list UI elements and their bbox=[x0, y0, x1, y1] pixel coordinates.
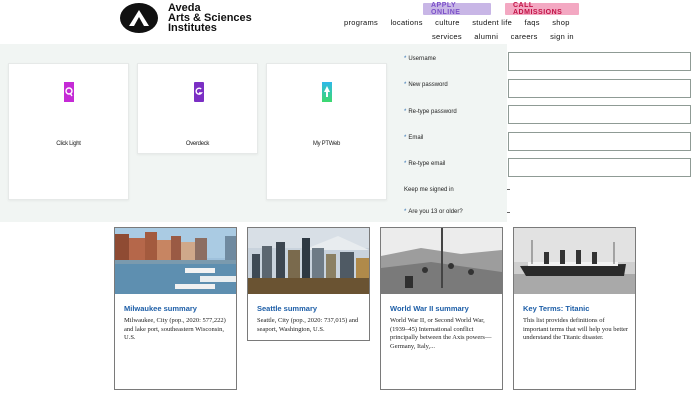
seattle-photo bbox=[248, 228, 369, 294]
aveda-logo[interactable] bbox=[120, 3, 158, 33]
g-app-icon bbox=[194, 82, 204, 102]
aveda-a-icon bbox=[129, 10, 149, 26]
article-card-milwaukee[interactable]: Milwaukee summary Milwaukee, City (pop.,… bbox=[114, 227, 237, 390]
app-label: Overdeck bbox=[185, 141, 210, 147]
nav-locations[interactable]: locations bbox=[390, 18, 422, 27]
nav-alumni[interactable]: alumni bbox=[474, 32, 498, 41]
new-password-label: * New password bbox=[404, 82, 448, 88]
age-question[interactable]: * Are you 13 or older? bbox=[404, 209, 463, 215]
article-card-ww2[interactable]: World War II summary World War II, or Se… bbox=[380, 227, 503, 390]
nav-sign-in[interactable]: sign in bbox=[550, 32, 574, 41]
arrow-app-icon bbox=[322, 82, 332, 102]
app-label: My PTWeb bbox=[312, 141, 341, 147]
article-title[interactable]: Key Terms: Titanic bbox=[523, 304, 589, 313]
nav-programs[interactable]: programs bbox=[344, 18, 378, 27]
app-tile-click-light[interactable]: Click Light bbox=[8, 63, 129, 200]
new-password-field[interactable] bbox=[508, 79, 691, 98]
article-card-seattle[interactable]: Seattle summary Seattle, City (pop., 202… bbox=[247, 227, 370, 341]
username-field[interactable] bbox=[508, 52, 691, 71]
titanic-photo bbox=[514, 228, 635, 294]
article-desc: Milwaukee, City (pop., 2020: 577,222) an… bbox=[124, 317, 226, 341]
article-card-titanic[interactable]: Key Terms: Titanic This list provides de… bbox=[513, 227, 636, 390]
nav-services[interactable]: services bbox=[432, 32, 462, 41]
primary-nav: programs locations culture student life … bbox=[344, 18, 580, 27]
brand-line: Institutes bbox=[168, 22, 217, 34]
article-desc: This list provides definitions of import… bbox=[523, 317, 629, 341]
retype-password-label: * Re-type password bbox=[404, 109, 457, 115]
nav-shop[interactable]: shop bbox=[552, 18, 569, 27]
retype-email-label: * Re-type email bbox=[404, 161, 446, 167]
retype-email-field[interactable] bbox=[508, 158, 691, 177]
username-label: * Username bbox=[404, 56, 437, 62]
nav-careers[interactable]: careers bbox=[511, 32, 538, 41]
app-tile-my-ptweb[interactable]: My PTWeb bbox=[266, 63, 387, 200]
article-desc: World War II, or Second World War, (1939… bbox=[390, 317, 492, 350]
divider bbox=[507, 189, 510, 190]
nav-student-life[interactable]: student life bbox=[472, 18, 512, 27]
email-field[interactable] bbox=[508, 132, 691, 151]
article-title[interactable]: World War II summary bbox=[390, 304, 469, 313]
keep-signed-in-checkbox[interactable]: Keep me signed in bbox=[404, 187, 454, 193]
call-admissions-button[interactable]: CALL ADMISSIONS bbox=[505, 2, 579, 16]
app-label: Click Light bbox=[56, 141, 81, 147]
email-label: * Email bbox=[404, 135, 424, 141]
q-app-icon bbox=[64, 82, 74, 102]
article-desc: Seattle, City (pop., 2020: 737,015) and … bbox=[257, 317, 359, 333]
article-title[interactable]: Milwaukee summary bbox=[124, 304, 197, 313]
ww2-photo bbox=[381, 228, 502, 294]
divider bbox=[507, 212, 510, 213]
app-tile-overdeck[interactable]: Overdeck bbox=[137, 63, 258, 154]
apply-online-button[interactable]: APPLY ONLINE bbox=[423, 2, 491, 16]
secondary-nav: services alumni careers sign in bbox=[432, 32, 584, 41]
nav-faqs[interactable]: faqs bbox=[524, 18, 539, 27]
retype-password-field[interactable] bbox=[508, 105, 691, 124]
nav-culture[interactable]: culture bbox=[435, 18, 460, 27]
brand-name: Aveda Arts & Sciences Institutes bbox=[168, 3, 252, 34]
milwaukee-photo bbox=[115, 228, 236, 294]
article-title[interactable]: Seattle summary bbox=[257, 304, 317, 313]
